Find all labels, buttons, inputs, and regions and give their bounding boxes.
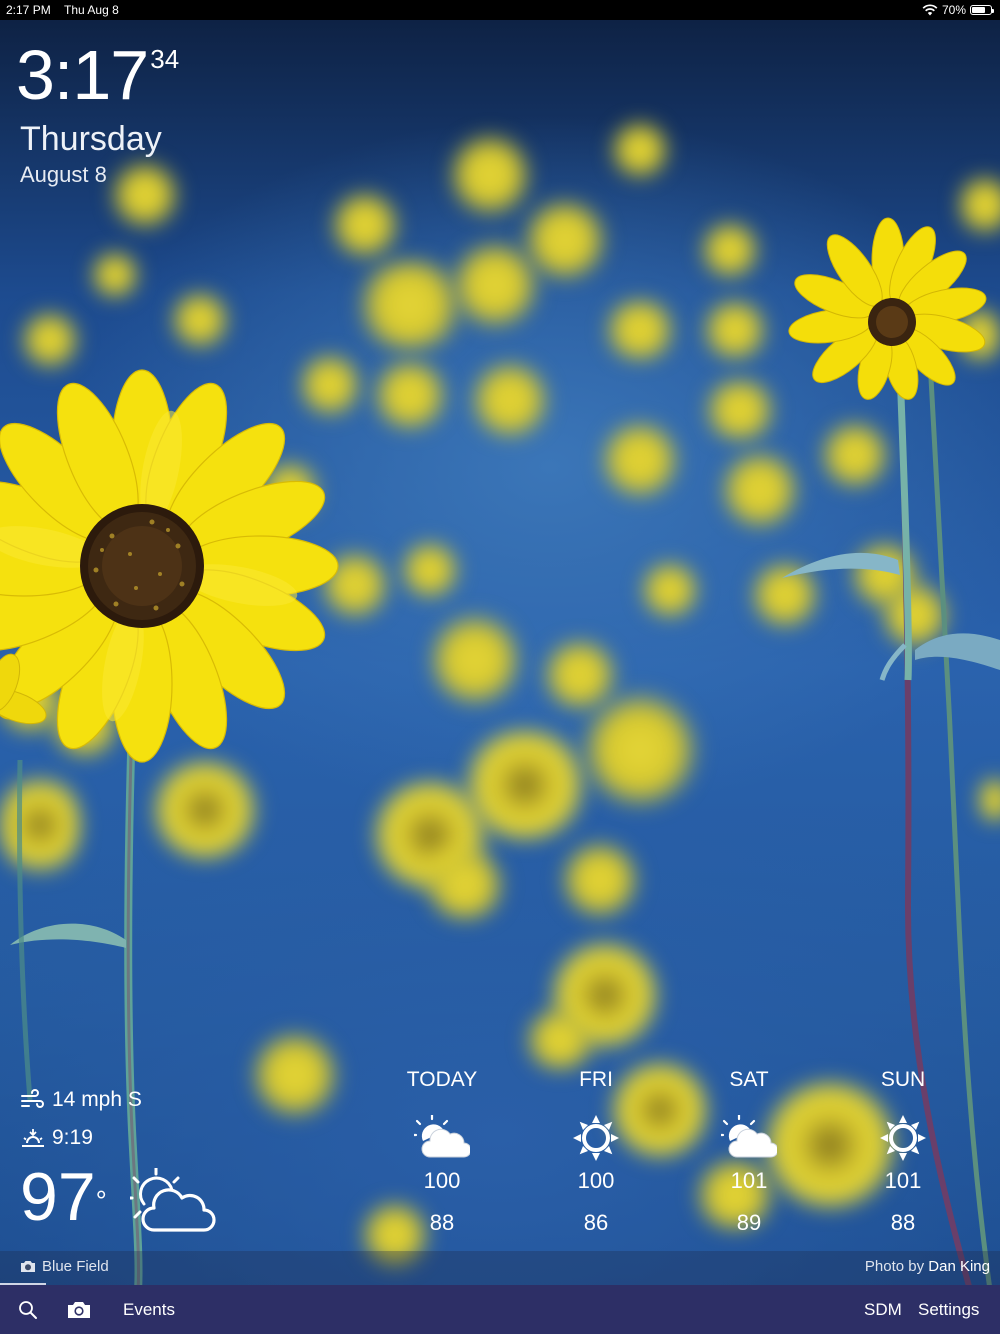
photo-location: Blue Field xyxy=(42,1258,109,1275)
forecast-day-label: SUN xyxy=(880,1068,926,1091)
partly-cloudy-icon xyxy=(414,1115,470,1158)
camera-icon xyxy=(21,1261,35,1272)
forecast-day: TODAY 100 88 xyxy=(382,1068,502,1236)
photo-caption-bar: Blue Field Photo by Dan King xyxy=(0,1251,1000,1285)
camera-icon xyxy=(68,1301,90,1318)
current-weather-icon xyxy=(124,1166,216,1243)
bottom-nav: Events SDM Settings xyxy=(0,1285,1000,1334)
wind-speed: 14 mph S xyxy=(52,1088,142,1111)
date-label: August 8 xyxy=(20,162,107,187)
sunset-icon xyxy=(22,1129,44,1147)
sun-icon xyxy=(573,1115,619,1161)
status-time: 2:17 PM xyxy=(6,3,51,17)
forecast-high: 100 xyxy=(423,1168,461,1193)
forecast-day: FRI 100 86 xyxy=(536,1068,656,1236)
partly-cloudy-icon xyxy=(721,1115,777,1158)
clock: 3:1734 xyxy=(16,40,179,110)
camera-button[interactable] xyxy=(66,1285,92,1334)
sunset-time: 9:19 xyxy=(52,1126,93,1149)
settings-button[interactable]: Settings xyxy=(918,1285,979,1334)
battery-icon xyxy=(970,5,994,15)
sun-icon xyxy=(880,1115,926,1161)
battery-percent: 70% xyxy=(941,3,966,17)
photo-credit: Photo by Dan King xyxy=(864,1258,990,1275)
photographer-name: Dan King xyxy=(928,1258,990,1275)
forecast-low: 89 xyxy=(736,1210,762,1235)
forecast-low: 88 xyxy=(429,1210,455,1235)
clock-time: 3:17 xyxy=(16,36,149,114)
wind-row: 14 mph S xyxy=(20,1088,142,1112)
forecast-high: 100 xyxy=(577,1168,615,1193)
forecast-low: 86 xyxy=(583,1210,609,1235)
forecast-day: SUN 101 88 xyxy=(843,1068,963,1236)
search-button[interactable] xyxy=(18,1285,38,1334)
forecast-day: SAT 101 89 xyxy=(689,1068,809,1236)
sunset-row: 9:19 xyxy=(20,1126,93,1150)
partly-cloudy-icon xyxy=(124,1166,216,1232)
status-date: Thu Aug 8 xyxy=(64,3,119,17)
forecast-day-label: TODAY xyxy=(406,1068,478,1091)
events-button[interactable]: Events xyxy=(123,1285,175,1334)
sdm-button[interactable]: SDM xyxy=(864,1285,902,1334)
status-bar: 2:17 PM Thu Aug 8 70% xyxy=(0,0,1000,20)
forecast-high: 101 xyxy=(730,1168,768,1193)
current-temperature: 97° xyxy=(20,1159,107,1235)
forecast-day-label: FRI xyxy=(579,1068,613,1091)
forecast-high: 101 xyxy=(884,1168,922,1193)
weekday-label: Thursday xyxy=(20,120,162,158)
clock-seconds: 34 xyxy=(150,44,180,74)
wind-icon xyxy=(21,1089,44,1108)
wifi-icon xyxy=(922,4,938,16)
forecast-day-label: SAT xyxy=(729,1068,769,1091)
forecast-low: 88 xyxy=(890,1210,916,1235)
search-icon xyxy=(19,1300,37,1319)
